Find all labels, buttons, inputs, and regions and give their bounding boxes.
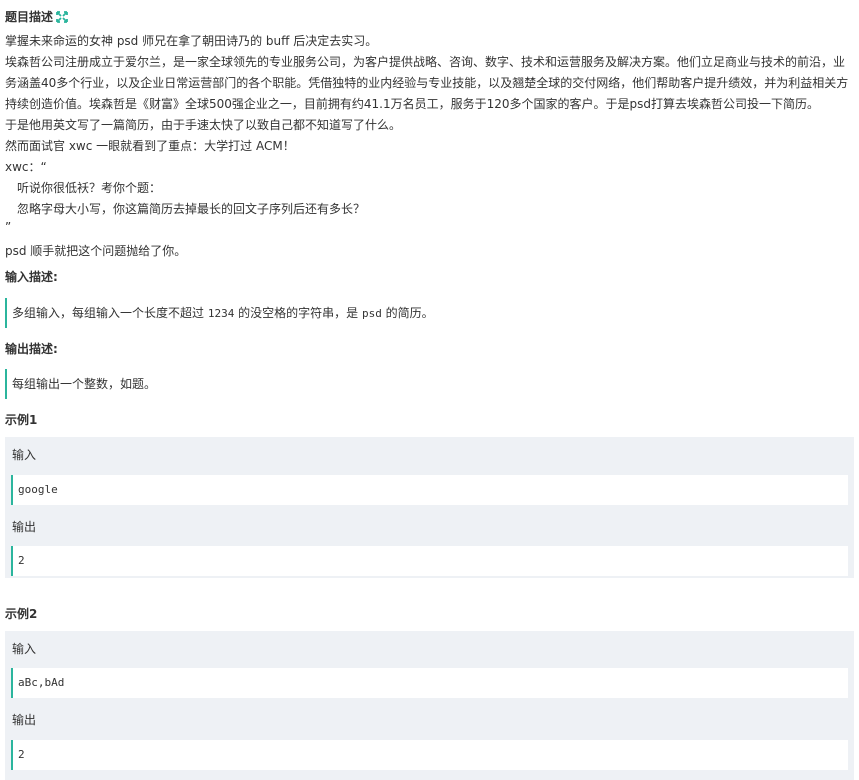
desc-line-4: 持续创造价值。埃森哲是《财富》全球500强企业之一，目前拥有约41.1万名员工，… — [5, 97, 820, 111]
example-2-panel: 输入 aBc,bAd 输出 2 — [5, 631, 854, 780]
desc-line-5: 于是他用英文写了一篇简历，由于手速太快了以致自己都不知道写了什么。 — [5, 118, 402, 132]
input-desc-code-length: 1234 — [207, 307, 235, 320]
input-desc-box: 多组输入，每组输入一个长度不超过 1234 的没空格的字符串，是 psd 的简历… — [5, 298, 455, 328]
input-desc-code-psd: psd — [361, 307, 382, 320]
example-2-title: 示例2 — [5, 607, 38, 621]
example-1-input-label: 输入 — [12, 448, 37, 462]
output-desc-box: 每组输出一个整数，如题。 — [5, 369, 455, 399]
desc-line-9: 忽略字母大小写，你这篇简历去掉最长的回文子序列后还有多长？ — [17, 202, 366, 216]
desc-line-3: 务涵盖40多个行业，以及企业日常运营部门的各个职能。凭借独特的业内经验与专业技能… — [5, 76, 849, 90]
expand-icon[interactable] — [56, 11, 68, 23]
example-2-output[interactable]: 2 — [11, 740, 848, 770]
input-desc-text-after: 的简历。 — [381, 306, 434, 320]
example-1-output[interactable]: 2 — [11, 546, 848, 576]
example-1-panel: 输入 google 输出 2 — [5, 437, 854, 578]
input-desc-title: 输入描述: — [5, 270, 58, 284]
example-2-output-label: 输出 — [12, 713, 37, 727]
problem-page: 题目描述 掌握未来命运的女神 psd 师兄在拿了朝田诗乃的 buff 后决定去实… — [0, 0, 859, 780]
desc-line-8: 听说你很低袄？考你个题： — [17, 181, 162, 195]
example-1-input[interactable]: google — [11, 475, 848, 505]
input-desc-text-middle: 的没空格的字符串，是 — [234, 306, 362, 320]
example-1-title: 示例1 — [5, 413, 38, 427]
example-2-input[interactable]: aBc,bAd — [11, 668, 848, 698]
desc-line-10: ” — [5, 220, 12, 234]
output-desc-text: 每组输出一个整数，如题。 — [12, 377, 157, 391]
example-1-output-label: 输出 — [12, 520, 37, 534]
example-2-input-label: 输入 — [12, 642, 37, 656]
desc-line-7: xwc：“ — [5, 160, 47, 174]
desc-line-6: 然而面试官 xwc 一眼就看到了重点：大学打过 ACM！ — [5, 139, 295, 153]
desc-line-1: 掌握未来命运的女神 psd 师兄在拿了朝田诗乃的 buff 后决定去实习。 — [5, 34, 378, 48]
problem-title: 题目描述 — [5, 9, 68, 25]
problem-title-text: 题目描述 — [5, 10, 54, 24]
desc-line-2: 埃森哲公司注册成立于爱尔兰，是一家全球领先的专业服务公司，为客户提供战略、咨询、… — [5, 55, 846, 69]
desc-line-11: psd 顺手就把这个问题抛给了你。 — [5, 244, 187, 258]
input-desc-text-before: 多组输入，每组输入一个长度不超过 — [12, 306, 208, 320]
output-desc-title: 输出描述: — [5, 342, 58, 356]
